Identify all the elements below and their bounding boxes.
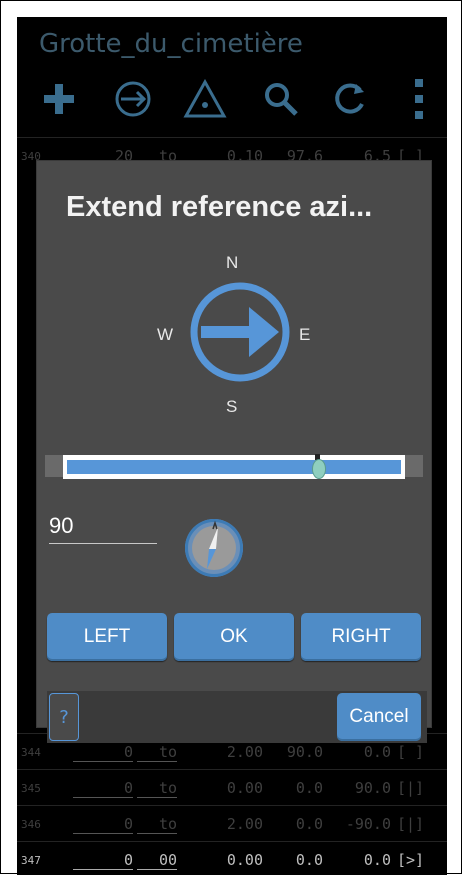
ok-button[interactable]: OK — [174, 613, 294, 661]
extend-reference-azimuth-dialog: Extend reference azi... N W E S 90 LEFT … — [37, 161, 431, 743]
azimuth-slider[interactable] — [67, 460, 401, 474]
app-title: Grotte_du_cimetière — [39, 29, 303, 59]
azimuth-input[interactable] — [49, 509, 157, 544]
refresh-icon[interactable] — [325, 75, 373, 123]
add-icon[interactable] — [35, 75, 83, 123]
compass-needle-icon[interactable] — [185, 519, 243, 577]
minus-circle-icon[interactable] — [109, 75, 157, 123]
compass-north-label: N — [226, 253, 239, 272]
right-button[interactable]: RIGHT — [301, 613, 421, 661]
compass-arrow-icon[interactable] — [187, 279, 293, 385]
compass-south-label: S — [226, 397, 238, 416]
dialog-title: Extend reference azi... — [66, 191, 373, 223]
azimuth-slider-thumb[interactable] — [311, 459, 326, 479]
search-icon[interactable] — [257, 75, 305, 123]
triangle-icon[interactable] — [181, 75, 229, 123]
app-screen: Grotte_du_cimetière 340 20 to 0.10 97.6 … — [17, 17, 447, 875]
compass-east-label: E — [299, 325, 311, 344]
menu-icon[interactable] — [395, 75, 443, 123]
screenshot-frame: Grotte_du_cimetière 340 20 to 0.10 97.6 … — [0, 0, 462, 875]
table-row[interactable]: 345 0 to 0.00 0.0 90.0 [|] — [17, 769, 447, 806]
left-button[interactable]: LEFT — [47, 613, 167, 661]
compass-west-label: W — [157, 325, 174, 344]
table-row[interactable]: 347 0 00 0.00 0.0 0.0 [>] — [17, 841, 447, 875]
help-button[interactable]: ? — [49, 693, 79, 741]
cancel-button[interactable]: Cancel — [337, 693, 421, 741]
toolbar — [17, 75, 447, 137]
table-row[interactable]: 346 0 to 2.00 0.0 -90.0 [|] — [17, 805, 447, 842]
